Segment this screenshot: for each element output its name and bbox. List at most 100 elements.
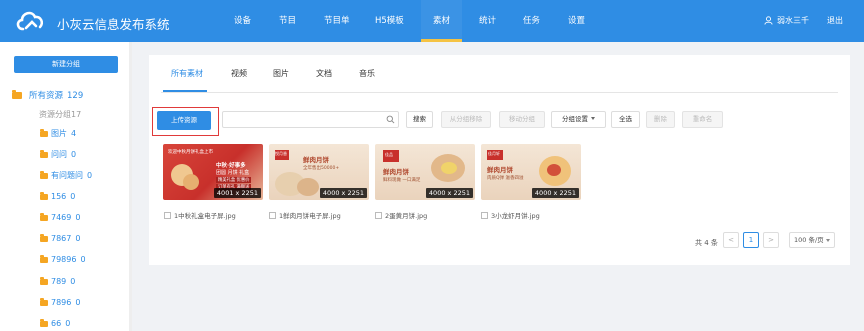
folder-icon (40, 192, 48, 200)
chevron-down-icon (591, 117, 595, 120)
nav-item-settings[interactable]: 设置 (568, 0, 585, 42)
mooncake-image (183, 174, 199, 190)
search-input[interactable] (222, 111, 399, 128)
asset-name[interactable]: 2蛋黄月饼.jpg (375, 210, 427, 220)
move-group-button[interactable]: 移动分组 (499, 111, 545, 128)
thumb-text: 中秋·好事多 (216, 163, 246, 169)
tab-music[interactable]: 音乐 (359, 68, 375, 79)
thumb-text: 全年售出50000+ (303, 166, 340, 171)
upload-resource-button[interactable]: 上传资源 (157, 111, 211, 130)
asset-thumbnail[interactable]: 欢迎中秋月饼礼盒上市 中秋·好事多 团圆 月饼 礼盒 精美礼盒 优惠价 订单有礼… (163, 144, 263, 200)
asset-name[interactable]: 1鲜肉月饼电子屏.jpg (269, 210, 341, 220)
sidebar-item-7867[interactable]: 7867 0 (40, 234, 80, 243)
delete-button[interactable]: 删除 (646, 111, 675, 128)
sidebar-item-label: 问问 (51, 150, 67, 159)
logout-link[interactable]: 退出 (827, 0, 843, 42)
user-icon (764, 16, 773, 25)
cloud-logo-icon (16, 11, 44, 31)
sidebar-item-count: 0 (75, 213, 81, 222)
nav-item-programs[interactable]: 节目 (279, 0, 296, 42)
folder-icon (12, 90, 22, 99)
nav-item-devices[interactable]: 设备 (234, 0, 251, 42)
tab-images[interactable]: 图片 (273, 68, 289, 79)
select-all-button[interactable]: 全选 (611, 111, 640, 128)
thumb-text: 鲜肉月饼 (487, 166, 513, 174)
sidebar-item-count: 0 (65, 319, 71, 328)
thumb-text: 佳月轩 (488, 151, 500, 156)
new-group-button[interactable]: 新建分组 (14, 56, 118, 73)
search-button[interactable]: 搜索 (406, 111, 433, 128)
mooncake-image (547, 164, 561, 176)
asset-thumbnail[interactable]: 佳月轩 鲜肉月饼 肉质Q弹 滋香四溢 4000 x 2251 (481, 144, 581, 200)
asset-thumbnail[interactable]: 佳品 鲜肉月饼 鲜料现做 一口满足 4000 x 2251 (375, 144, 475, 200)
asset-checkbox[interactable] (481, 212, 488, 219)
asset-checkbox[interactable] (164, 212, 171, 219)
asset-thumbnail[interactable]: 悦月香 鲜肉月饼 全年售出50000+ 4000 x 2251 (269, 144, 369, 200)
nav-item-playlists[interactable]: 节目单 (324, 0, 350, 42)
folder-icon (40, 213, 48, 221)
thumb-text: 欢迎中秋月饼礼盒上市 (168, 150, 213, 155)
nav-item-materials[interactable]: 素材 (421, 0, 463, 42)
sidebar-item-156[interactable]: 156 0 (40, 192, 75, 201)
sidebar-item-youwentiwen[interactable]: 有问题问 0 (40, 170, 92, 181)
folder-icon (40, 298, 48, 306)
thumb-text: 鲜肉月饼 (383, 168, 409, 176)
asset-checkbox[interactable] (269, 212, 276, 219)
user-name: 弱水三千 (777, 16, 809, 25)
mooncake-image (441, 162, 457, 174)
pagination-total: 共 4 条 (695, 239, 718, 247)
sidebar-item-label: 7896 (51, 298, 72, 307)
sidebar-item-count: 0 (75, 234, 81, 243)
sidebar-scrollbar[interactable] (129, 42, 132, 331)
group-settings-dropdown[interactable]: 分组设置 (551, 111, 606, 128)
asset-checkbox[interactable] (375, 212, 382, 219)
active-tab-indicator (163, 90, 207, 92)
nav-item-statistics[interactable]: 统计 (479, 0, 496, 42)
tree-root-label: 所有资源 (29, 91, 64, 101)
asset-name-label: 1中秋礼盒电子屏.jpg (174, 212, 236, 220)
sidebar-item-label: 图片 (51, 129, 67, 138)
image-dimensions: 4000 x 2251 (531, 188, 579, 198)
sidebar: 新建分组 所有资源 129 资源分组17 图片 4 问问 0 有问题问 0 156 0 7… (0, 42, 132, 331)
sidebar-item-7469[interactable]: 7469 0 (40, 213, 80, 222)
image-dimensions: 4000 x 2251 (425, 188, 473, 198)
image-dimensions: 4001 x 2251 (213, 188, 261, 198)
rename-button[interactable]: 重命名 (682, 111, 723, 128)
asset-name[interactable]: 3小龙虾月饼.jpg (481, 210, 540, 220)
sidebar-item-label: 66 (51, 319, 62, 328)
folder-icon (40, 150, 48, 158)
sidebar-item-66[interactable]: 66 0 (40, 319, 70, 328)
sidebar-item-count: 0 (70, 277, 76, 286)
sidebar-item-wenwen[interactable]: 问问 0 (40, 149, 76, 160)
mooncake-image (297, 178, 319, 196)
sidebar-item-count: 0 (70, 192, 76, 201)
page-1-button[interactable]: 1 (743, 232, 759, 248)
nav-item-tasks[interactable]: 任务 (523, 0, 540, 42)
tab-videos[interactable]: 视频 (231, 68, 247, 79)
thumb-text: 团圆 月饼 礼盒 (216, 170, 250, 176)
tab-all-materials[interactable]: 所有素材 (171, 68, 203, 79)
tab-documents[interactable]: 文档 (316, 68, 332, 79)
remove-from-group-button[interactable]: 从分组移除 (441, 111, 491, 128)
sidebar-item-label: 156 (51, 192, 67, 201)
sidebar-item-7896[interactable]: 7896 0 (40, 298, 80, 307)
asset-name[interactable]: 1中秋礼盒电子屏.jpg (164, 210, 236, 220)
sidebar-item-count: 0 (87, 171, 93, 180)
tree-root-all-resources[interactable]: 所有资源 129 (12, 89, 83, 101)
sidebar-item-label: 7867 (51, 234, 72, 243)
sidebar-item-count: 0 (75, 298, 81, 307)
sidebar-item-images[interactable]: 图片 4 (40, 128, 76, 139)
sidebar-item-789[interactable]: 789 0 (40, 277, 75, 286)
thumb-text: 鲜肉月饼 (303, 156, 329, 164)
folder-icon (40, 234, 48, 242)
page-size-select[interactable]: 100 条/页 (789, 232, 835, 248)
user-menu[interactable]: 弱水三千 (764, 0, 809, 42)
sidebar-item-count: 0 (71, 150, 77, 159)
sidebar-item-79896[interactable]: 79896 0 (40, 255, 86, 264)
folder-icon (40, 255, 48, 263)
next-page-button[interactable]: > (763, 232, 779, 248)
search-icon[interactable] (386, 115, 395, 124)
prev-page-button[interactable]: < (723, 232, 739, 248)
nav-item-h5-templates[interactable]: H5模板 (375, 0, 404, 42)
tab-divider (161, 92, 838, 93)
